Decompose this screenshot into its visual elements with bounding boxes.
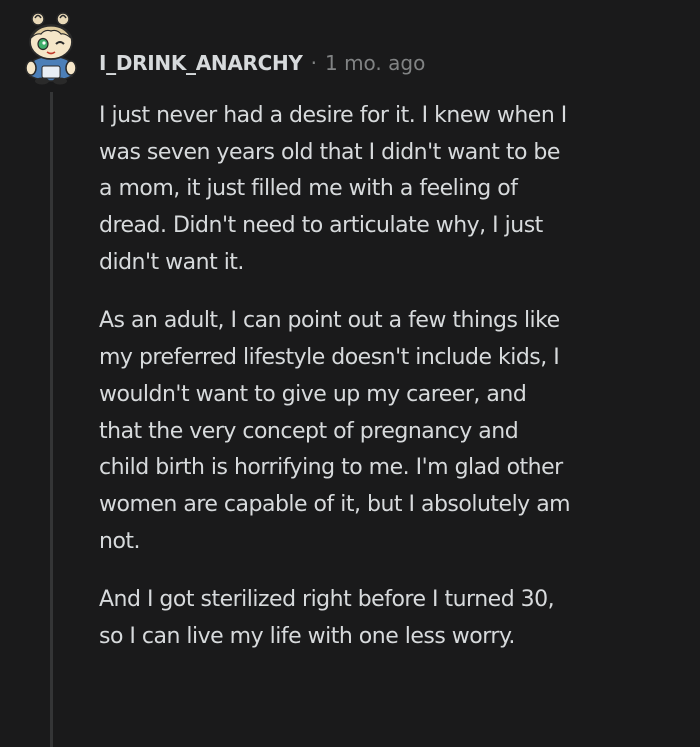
text-line: didn't want it. (99, 249, 244, 275)
comment: I_DRINK_ANARCHY · 1 mo. ago I just never… (0, 0, 700, 747)
comment-body: I just never had a desire for it. I knew… (99, 98, 689, 656)
username-link[interactable]: I_DRINK_ANARCHY (99, 51, 303, 75)
text-line: child birth is horrifying to me. I'm gla… (99, 455, 563, 481)
comment-paragraph-3: And I got sterilized right before I turn… (99, 582, 689, 655)
comment-meta: I_DRINK_ANARCHY · 1 mo. ago (99, 47, 425, 79)
user-avatar[interactable] (22, 10, 80, 86)
text-line: And I got sterilized right before I turn… (99, 587, 555, 613)
comment-timestamp[interactable]: 1 mo. ago (325, 51, 425, 75)
snoo-avatar-icon (25, 12, 77, 85)
thread-collapse-line[interactable] (50, 92, 53, 747)
text-line: women are capable of it, but I absolutel… (99, 491, 571, 517)
text-line: wouldn't want to give up my career, and (99, 381, 527, 407)
meta-separator: · (310, 51, 317, 75)
text-line: dread. Didn't need to articulate why, I … (99, 213, 543, 239)
text-line: a mom, it just filled me with a feeling … (99, 176, 518, 202)
text-line: As an adult, I can point out a few thing… (99, 308, 560, 334)
text-line: my preferred lifestyle doesn't include k… (99, 345, 560, 371)
text-line: not. (99, 528, 141, 554)
text-line: was seven years old that I didn't want t… (99, 139, 560, 165)
text-line: I just never had a desire for it. I knew… (99, 103, 567, 128)
text-line: so I can live my life with one less worr… (99, 623, 515, 649)
comment-paragraph-1: I just never had a desire for it. I knew… (99, 98, 689, 281)
comment-paragraph-2: As an adult, I can point out a few thing… (99, 303, 689, 560)
text-line: that the very concept of pregnancy and (99, 418, 519, 444)
